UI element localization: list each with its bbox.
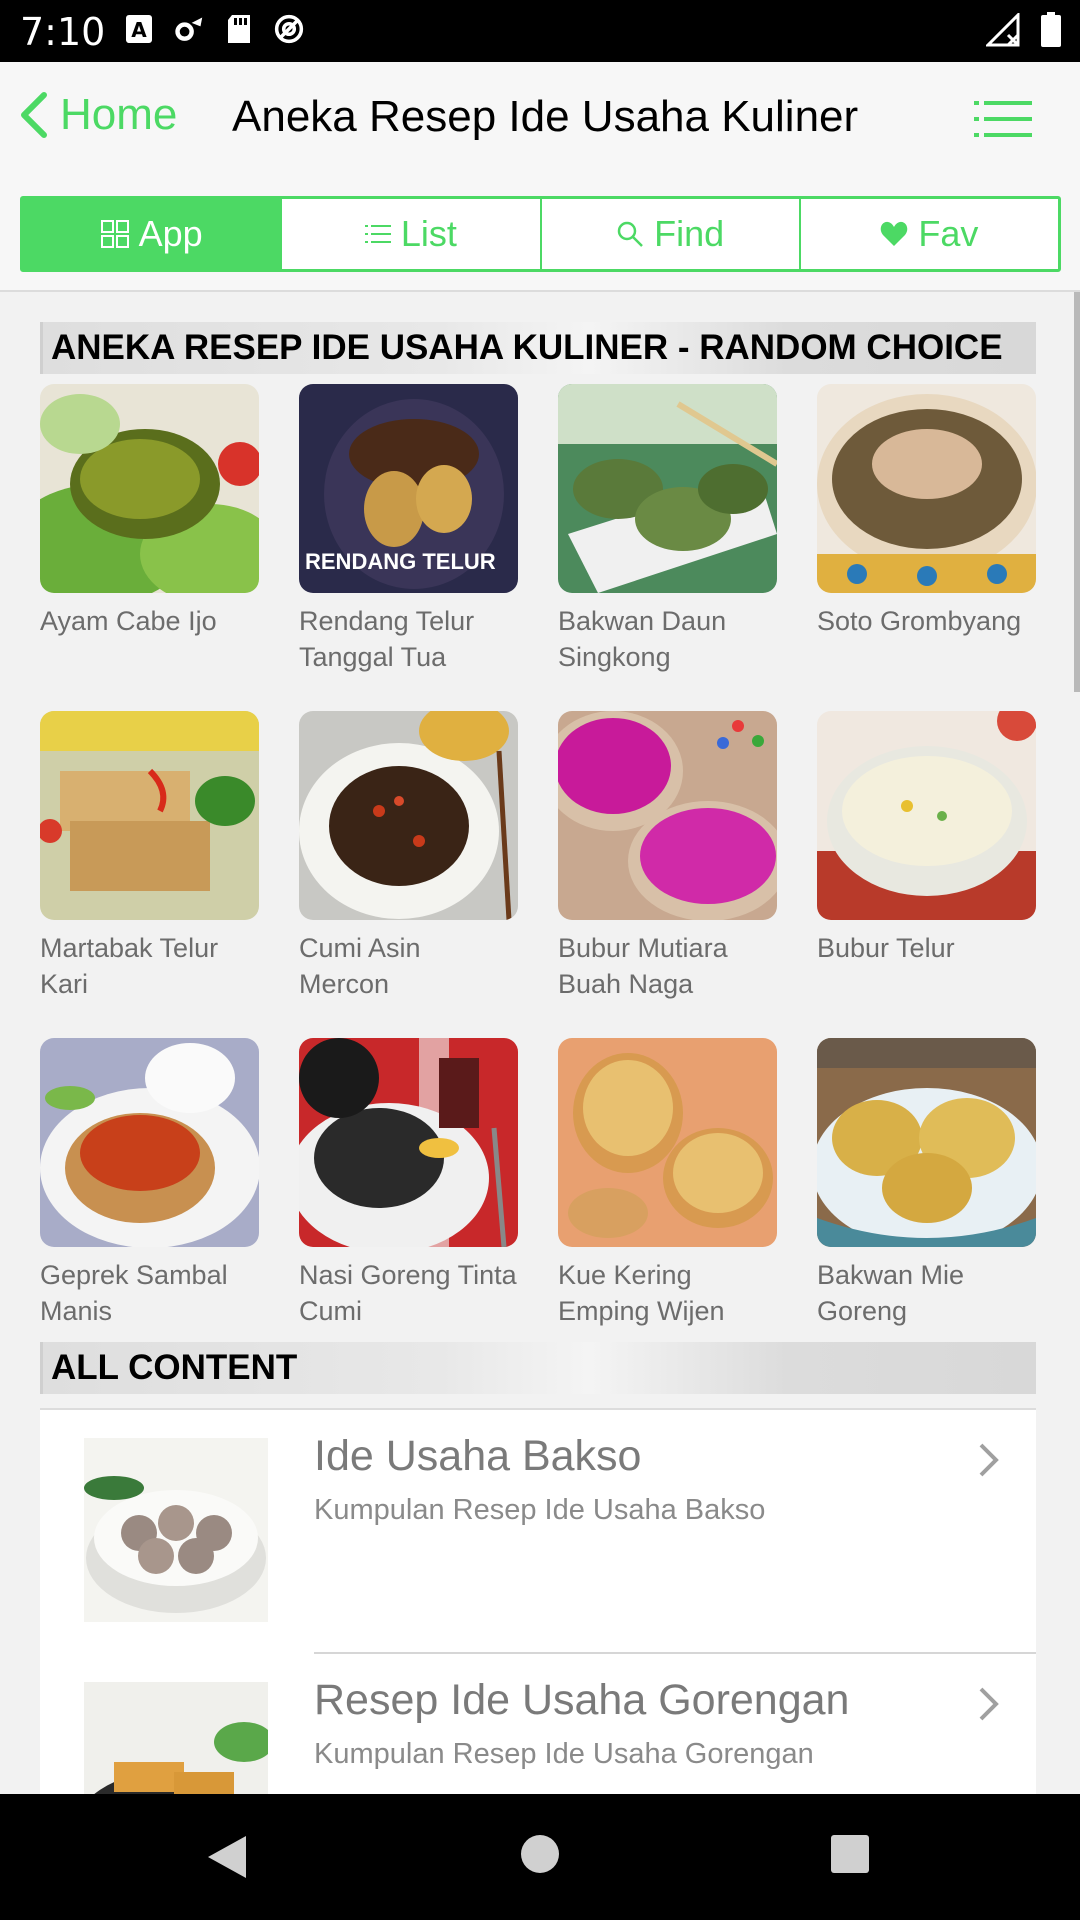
list-item-title: Ide Usaha Bakso <box>314 1432 642 1480</box>
thumb-text: RENDANG TELUR <box>305 549 496 574</box>
tab-app-label: App <box>138 213 203 254</box>
recipe-card[interactable]: Nasi Goreng Tinta Cumi <box>299 1038 518 1343</box>
recipe-name: Bakwan Mie Goreng <box>817 1260 965 1326</box>
recipe-thumbnail <box>40 1038 259 1247</box>
recipe-thumbnail <box>40 711 259 920</box>
tab-fav-label: Fav <box>918 213 979 254</box>
svg-text:A: A <box>131 18 147 42</box>
list-thumbnail <box>84 1682 268 1794</box>
list-item[interactable]: Resep Ide Usaha Gorengan Kumpulan Resep … <box>40 1654 1036 1794</box>
list-item[interactable]: Ide Usaha Bakso Kumpulan Resep Ide Usaha… <box>40 1410 1036 1654</box>
recipe-thumbnail <box>817 1038 1036 1247</box>
list-item-subtitle: Kumpulan Resep Ide Usaha Gorengan <box>314 1738 814 1770</box>
scroll-content[interactable]: ANEKA RESEP IDE USAHA KULINER - RANDOM C… <box>0 292 1080 1794</box>
keyboard-a-icon: A <box>126 15 152 43</box>
recipe-name: Bakwan Daun Singkong <box>558 606 727 672</box>
search-icon <box>617 221 643 247</box>
content-list: Ide Usaha Bakso Kumpulan Resep Ide Usaha… <box>40 1408 1036 1794</box>
recipe-card[interactable]: RENDANG TELUR Rendang Telur Tanggal Tua <box>299 384 518 689</box>
signal-icon <box>986 13 1020 47</box>
app-screen: Home Aneka Resep Ide Usaha Kuliner App L… <box>0 62 1080 1794</box>
recipe-name: Kue Kering Emping Wijen <box>558 1260 725 1326</box>
tab-fav[interactable]: Fav <box>801 199 1058 269</box>
status-bar: 7:10 A <box>0 0 1080 62</box>
recipe-thumbnail: RENDANG TELUR <box>299 384 518 593</box>
recipe-card[interactable]: Bakwan Daun Singkong <box>558 384 777 689</box>
page-title: Aneka Resep Ide Usaha Kuliner <box>232 92 859 141</box>
back-button[interactable]: Home <box>18 90 177 140</box>
list-icon <box>364 225 391 243</box>
back-label: Home <box>60 90 178 139</box>
chevron-left-icon <box>21 92 47 138</box>
tab-app[interactable]: App <box>23 199 283 269</box>
recipe-name: Cumi Asin Mercon <box>299 933 421 999</box>
recipe-card[interactable]: Bakwan Mie Goreng <box>817 1038 1036 1343</box>
recipe-card[interactable]: Ayam Cabe Ijo <box>40 384 259 689</box>
recipe-thumbnail <box>817 384 1036 593</box>
all-content-heading-text: ALL CONTENT <box>51 1348 298 1387</box>
recipe-name: Bubur Telur <box>817 933 955 963</box>
tab-list[interactable]: List <box>282 199 542 269</box>
all-content-heading: ALL CONTENT <box>40 1342 1036 1394</box>
list-item-title: Resep Ide Usaha Gorengan <box>314 1676 850 1724</box>
recipe-name: Martabak Telur Kari <box>40 933 219 999</box>
list-item-subtitle: Kumpulan Resep Ide Usaha Bakso <box>314 1494 766 1526</box>
recipe-name: Ayam Cabe Ijo <box>40 606 217 636</box>
recipe-thumbnail <box>558 1038 777 1247</box>
list-thumbnail <box>84 1438 268 1622</box>
recipe-card[interactable]: Kue Kering Emping Wijen <box>558 1038 777 1343</box>
recipe-card[interactable]: Martabak Telur Kari <box>40 711 259 1016</box>
recents-nav-icon[interactable] <box>830 1834 870 1874</box>
heart-icon <box>881 221 908 246</box>
battery-icon <box>1041 12 1061 47</box>
system-icons <box>986 12 1062 48</box>
recipe-thumbnail <box>817 711 1036 920</box>
sd-card-icon <box>228 15 250 43</box>
grid-icon <box>100 220 129 248</box>
tab-find-label: Find <box>654 213 725 254</box>
recipe-name: Nasi Goreng Tinta Cumi <box>299 1260 517 1326</box>
recipe-card[interactable]: Cumi Asin Mercon <box>299 711 518 1016</box>
home-nav-icon[interactable] <box>520 1834 560 1874</box>
notification-icons: A <box>124 12 304 46</box>
back-nav-icon[interactable] <box>206 1834 248 1880</box>
recipe-card[interactable]: Geprek Sambal Manis <box>40 1038 259 1343</box>
recipe-card[interactable]: Bubur Mutiara Buah Naga <box>558 711 777 1016</box>
system-nav-bar <box>0 1794 1080 1920</box>
recipe-name: Rendang Telur Tanggal Tua <box>299 606 475 672</box>
navigation-header: Home Aneka Resep Ide Usaha Kuliner <box>0 62 1080 174</box>
recipe-name: Geprek Sambal Manis <box>40 1260 228 1326</box>
chevron-right-icon <box>979 1443 999 1477</box>
random-choice-heading-text: ANEKA RESEP IDE USAHA KULINER - RANDOM C… <box>51 328 1003 367</box>
status-time: 7:10 <box>20 10 106 54</box>
list-menu-icon <box>974 101 1032 137</box>
scrollbar[interactable] <box>1074 292 1080 692</box>
recipe-card[interactable]: Soto Grombyang <box>817 384 1036 689</box>
menu-button[interactable] <box>974 100 1032 143</box>
recipe-name: Bubur Mutiara Buah Naga <box>558 933 728 999</box>
chevron-right-icon <box>979 1687 999 1721</box>
recipe-thumbnail <box>558 711 777 920</box>
recipe-thumbnail <box>558 384 777 593</box>
segmented-tabs: App List Find Fav <box>20 196 1061 272</box>
recipe-name: Soto Grombyang <box>817 606 1022 636</box>
recipe-thumbnail <box>40 384 259 593</box>
random-choice-heading: ANEKA RESEP IDE USAHA KULINER - RANDOM C… <box>40 322 1036 374</box>
settings-sync-icon <box>175 17 203 41</box>
random-choice-grid: Ayam Cabe Ijo RENDANG TELUR Rendang Telu… <box>40 384 1040 1343</box>
tab-find[interactable]: Find <box>542 199 801 269</box>
do-not-disturb-icon <box>274 14 304 44</box>
tab-list-label: List <box>400 213 457 254</box>
recipe-thumbnail <box>299 711 518 920</box>
recipe-card[interactable]: Bubur Telur <box>817 711 1036 1016</box>
recipe-thumbnail <box>299 1038 518 1247</box>
